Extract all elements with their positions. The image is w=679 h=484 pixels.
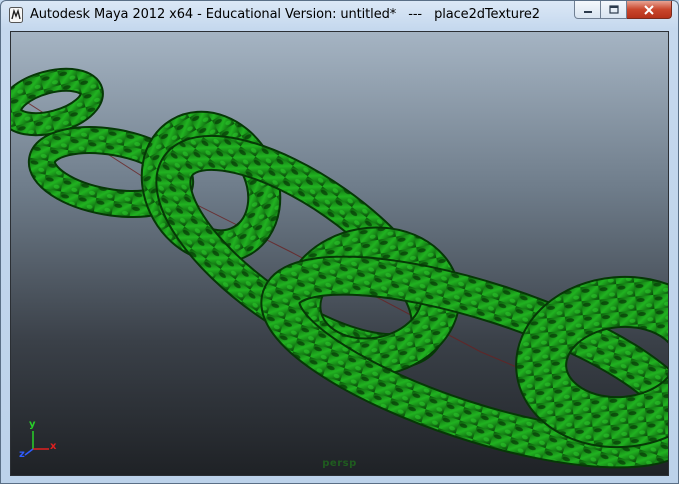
axis-x-label: x [50, 441, 57, 452]
minimize-button[interactable] [574, 1, 601, 19]
chain-scene[interactable] [11, 32, 669, 476]
camera-name-label: persp [322, 458, 357, 469]
axis-y-label: y [29, 419, 36, 430]
axis-indicator: y x z [19, 419, 59, 460]
title-bar[interactable]: Autodesk Maya 2012 x64 - Educational Ver… [1, 1, 678, 29]
close-button[interactable] [627, 1, 672, 19]
maximize-button[interactable] [601, 1, 627, 19]
close-icon [644, 4, 654, 15]
maya-app-icon[interactable] [9, 7, 23, 23]
window-title: Autodesk Maya 2012 x64 - Educational Ver… [30, 7, 540, 22]
minimize-icon [583, 10, 592, 13]
perspective-viewport[interactable]: y x z persp [10, 31, 669, 476]
chain-link[interactable] [11, 67, 104, 137]
caption-buttons [574, 1, 672, 21]
maximize-icon [608, 5, 619, 14]
maya-window: Autodesk Maya 2012 x64 - Educational Ver… [0, 0, 679, 484]
